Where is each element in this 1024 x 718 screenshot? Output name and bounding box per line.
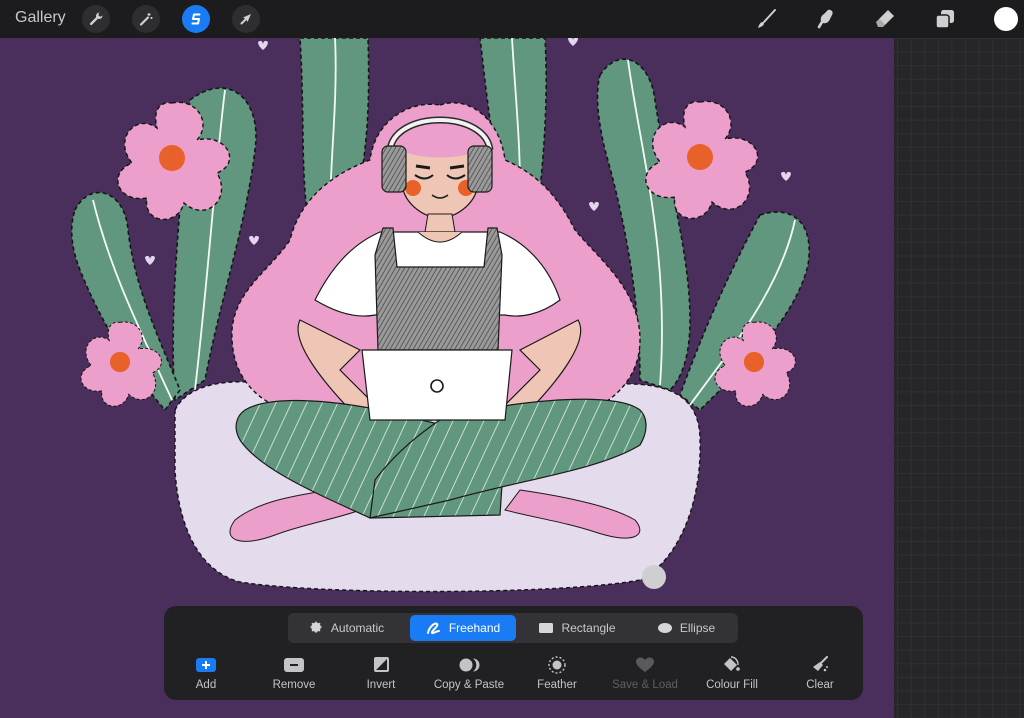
- selection-panel: Automatic Freehand Rectangle Ellipse Add…: [164, 606, 863, 700]
- actions-button[interactable]: [82, 5, 110, 33]
- add-button[interactable]: Add: [164, 655, 248, 691]
- headphone-right: [467, 145, 493, 193]
- mode-rectangle-label: Rectangle: [561, 621, 616, 635]
- copy-paste-button[interactable]: Copy & Paste: [427, 655, 511, 691]
- copy-paste-icon: [459, 658, 480, 672]
- mode-ellipse[interactable]: Ellipse: [638, 615, 734, 641]
- heart-icon: [636, 657, 654, 672]
- headphone-left: [381, 145, 407, 193]
- feather-label: Feather: [537, 679, 577, 691]
- colour-fill-button[interactable]: Colour Fill: [690, 655, 774, 691]
- brush-icon: [758, 9, 776, 28]
- transform-button[interactable]: [232, 5, 260, 33]
- layers-icon: [935, 10, 954, 29]
- remove-button[interactable]: Remove: [252, 655, 336, 691]
- mode-freehand[interactable]: Freehand: [410, 615, 516, 641]
- procreate-app: Gallery Automatic Freehand Rectangle Ell…: [0, 0, 1024, 718]
- wrench-icon: [89, 12, 103, 26]
- rectangle-icon: [539, 623, 554, 633]
- layers-tool[interactable]: [932, 6, 958, 32]
- mode-rectangle[interactable]: Rectangle: [524, 615, 630, 641]
- remove-minus-icon: [284, 658, 304, 672]
- magic-wand-icon: [139, 13, 153, 26]
- clear-button[interactable]: Clear: [778, 655, 862, 691]
- add-plus-icon: [196, 658, 216, 672]
- invert-button[interactable]: Invert: [339, 655, 423, 691]
- gallery-button[interactable]: Gallery: [15, 9, 66, 27]
- add-label: Add: [195, 679, 217, 691]
- selection-button[interactable]: [182, 5, 210, 33]
- arrow-cursor-icon: [240, 14, 251, 25]
- invert-icon: [374, 657, 389, 672]
- smudge-finger-icon: [817, 9, 833, 29]
- selection-s-icon: [191, 13, 201, 25]
- eraser-tool[interactable]: [872, 6, 898, 32]
- broom-icon: [813, 656, 828, 672]
- copy-paste-label: Copy & Paste: [433, 679, 505, 691]
- automatic-burst-icon: [310, 621, 322, 633]
- ellipse-icon: [657, 623, 672, 633]
- mode-automatic-label: Automatic: [330, 621, 385, 635]
- clear-label: Clear: [806, 679, 834, 691]
- selection-drag-handle[interactable]: [642, 565, 666, 589]
- feather-button[interactable]: Feather: [515, 655, 599, 691]
- mode-freehand-label: Freehand: [448, 621, 501, 635]
- selection-mode-segmented-control: Automatic Freehand Rectangle Ellipse: [288, 613, 738, 643]
- laptop: [361, 349, 513, 421]
- remove-label: Remove: [272, 679, 316, 691]
- save-load-label: Save & Load: [612, 679, 678, 691]
- paint-bucket-icon: [724, 656, 740, 671]
- brush-tool[interactable]: [753, 6, 779, 32]
- adjustments-button[interactable]: [132, 5, 160, 33]
- feather-icon: [548, 656, 566, 674]
- mode-ellipse-label: Ellipse: [679, 621, 716, 635]
- smudge-tool[interactable]: [812, 6, 838, 32]
- top-toolbar: Gallery: [0, 0, 1024, 38]
- canvas-outside-grid: [894, 38, 1024, 718]
- invert-label: Invert: [366, 679, 396, 691]
- colour-fill-label: Colour Fill: [706, 679, 758, 691]
- mode-automatic[interactable]: Automatic: [292, 615, 400, 641]
- freehand-scribble-icon: [426, 622, 440, 635]
- eraser-icon: [876, 10, 894, 27]
- save-load-button[interactable]: Save & Load: [603, 655, 687, 691]
- current-color-swatch[interactable]: [994, 7, 1018, 31]
